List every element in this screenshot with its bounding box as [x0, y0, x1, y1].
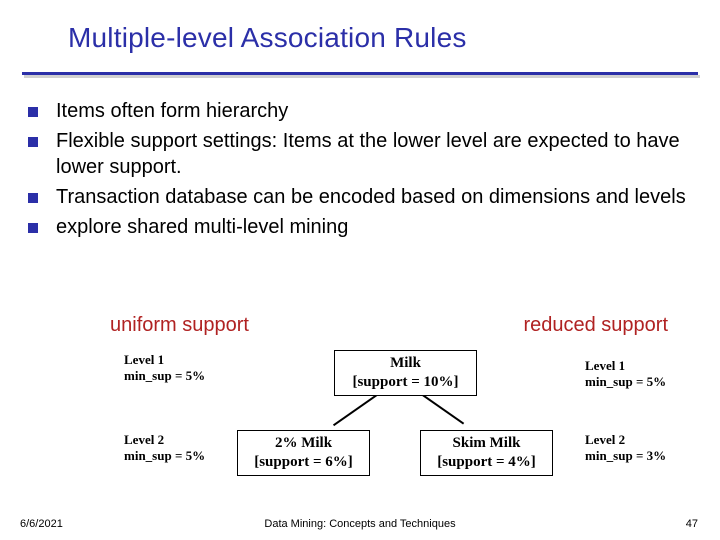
level-line: min_sup = 5%	[124, 368, 205, 383]
node-support: [support = 6%]	[254, 454, 353, 470]
title-divider-shadow	[24, 75, 700, 78]
square-bullet-icon	[28, 137, 38, 147]
level-line: Level 2	[124, 432, 164, 447]
tree-connector	[418, 392, 464, 425]
level1-right-label: Level 1 min_sup = 5%	[585, 358, 666, 389]
level-line: min_sup = 5%	[585, 374, 666, 389]
list-item: Items often form hierarchy	[28, 98, 700, 124]
level-line: min_sup = 5%	[124, 448, 205, 463]
reduced-support-label: reduced support	[523, 314, 668, 337]
square-bullet-icon	[28, 193, 38, 203]
tree-connector	[333, 393, 379, 426]
level2-right-label: Level 2 min_sup = 3%	[585, 432, 666, 463]
slide-title: Multiple-level Association Rules	[68, 22, 467, 54]
bullet-list: Items often form hierarchy Flexible supp…	[28, 98, 700, 244]
list-item: explore shared multi-level mining	[28, 214, 700, 240]
level2-left-label: Level 2 min_sup = 5%	[124, 432, 205, 463]
node-title: Milk	[390, 355, 421, 371]
uniform-support-label: uniform support	[110, 314, 249, 337]
list-item: Transaction database can be encoded base…	[28, 184, 700, 210]
milk-node: Milk [support = 10%]	[334, 350, 477, 396]
bullet-text: Transaction database can be encoded base…	[56, 184, 700, 210]
footer-page-number: 47	[686, 518, 698, 530]
node-support: [support = 10%]	[352, 374, 458, 390]
level-line: Level 1	[124, 352, 164, 367]
list-item: Flexible support settings: Items at the …	[28, 128, 700, 180]
square-bullet-icon	[28, 107, 38, 117]
level-line: min_sup = 3%	[585, 448, 666, 463]
node-title: 2% Milk	[275, 435, 332, 451]
level-line: Level 2	[585, 432, 625, 447]
level-line: Level 1	[585, 358, 625, 373]
square-bullet-icon	[28, 223, 38, 233]
level1-left-label: Level 1 min_sup = 5%	[124, 352, 205, 383]
footer-center: Data Mining: Concepts and Techniques	[0, 518, 720, 530]
bullet-text: Items often form hierarchy	[56, 98, 700, 124]
skim-milk-node: Skim Milk [support = 4%]	[420, 430, 553, 476]
bullet-text: explore shared multi-level mining	[56, 214, 700, 240]
node-support: [support = 4%]	[437, 454, 536, 470]
bullet-text: Flexible support settings: Items at the …	[56, 128, 700, 180]
node-title: Skim Milk	[453, 435, 521, 451]
two-percent-milk-node: 2% Milk [support = 6%]	[237, 430, 370, 476]
slide: Multiple-level Association Rules Items o…	[0, 0, 720, 540]
